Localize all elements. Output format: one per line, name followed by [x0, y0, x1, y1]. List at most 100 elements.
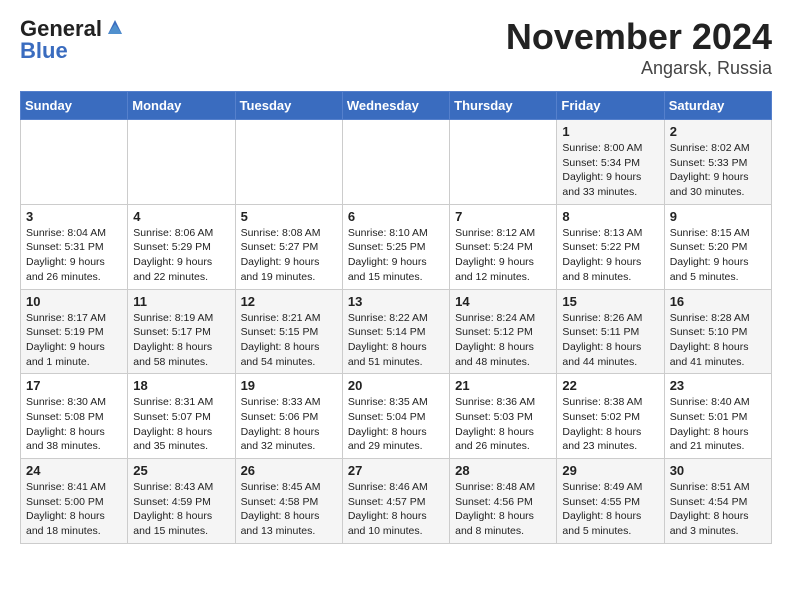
day-number: 3 [26, 209, 122, 224]
page-header: General Blue November 2024 Angarsk, Russ… [20, 16, 772, 79]
calendar-cell: 30 Sunrise: 8:51 AM Sunset: 4:54 PM Dayli… [664, 459, 771, 544]
calendar-week-4: 17Sunrise: 8:30 AM Sunset: 5:08 PM Dayli… [21, 374, 772, 459]
calendar-cell [128, 120, 235, 205]
day-number: 4 [133, 209, 229, 224]
day-info: Sunrise: 8:00 AM Sunset: 5:34 PM Dayligh… [562, 141, 658, 200]
day-info: Sunrise: 8:49 AM Sunset: 4:55 PM Dayligh… [562, 480, 658, 539]
day-info: Sunrise: 8:04 AM Sunset: 5:31 PM Dayligh… [26, 226, 122, 285]
calendar-cell: 4 Sunrise: 8:06 AM Sunset: 5:29 PM Daylig… [128, 204, 235, 289]
day-number: 7 [455, 209, 551, 224]
day-number: 21 [455, 378, 551, 393]
header-thursday: Thursday [450, 92, 557, 120]
calendar-table: Sunday Monday Tuesday Wednesday Thursday… [20, 91, 772, 544]
day-info: Sunrise: 8:41 AM Sunset: 5:00 PM Dayligh… [26, 480, 122, 539]
day-info: Sunrise: 8:02 AM Sunset: 5:33 PM Dayligh… [670, 141, 766, 200]
day-info: Sunrise: 8:21 AM Sunset: 5:15 PM Dayligh… [241, 311, 337, 370]
calendar-cell: 17Sunrise: 8:30 AM Sunset: 5:08 PM Dayli… [21, 374, 128, 459]
day-number: 11 [133, 294, 229, 309]
calendar-cell: 12 Sunrise: 8:21 AM Sunset: 5:15 PM Dayli… [235, 289, 342, 374]
calendar-week-2: 3 Sunrise: 8:04 AM Sunset: 5:31 PM Daylig… [21, 204, 772, 289]
calendar-cell: 19 Sunrise: 8:33 AM Sunset: 5:06 PM Dayli… [235, 374, 342, 459]
day-number: 15 [562, 294, 658, 309]
day-number: 19 [241, 378, 337, 393]
day-info: Sunrise: 8:38 AM Sunset: 5:02 PM Dayligh… [562, 395, 658, 454]
header-tuesday: Tuesday [235, 92, 342, 120]
day-number: 18 [133, 378, 229, 393]
calendar-cell: 16Sunrise: 8:28 AM Sunset: 5:10 PM Dayli… [664, 289, 771, 374]
day-info: Sunrise: 8:19 AM Sunset: 5:17 PM Dayligh… [133, 311, 229, 370]
calendar-cell: 18Sunrise: 8:31 AM Sunset: 5:07 PM Dayli… [128, 374, 235, 459]
calendar-cell: 26Sunrise: 8:45 AM Sunset: 4:58 PM Dayli… [235, 459, 342, 544]
title-block: November 2024 Angarsk, Russia [506, 16, 772, 79]
day-info: Sunrise: 8:26 AM Sunset: 5:11 PM Dayligh… [562, 311, 658, 370]
calendar-cell: 28 Sunrise: 8:48 AM Sunset: 4:56 PM Dayli… [450, 459, 557, 544]
calendar-cell [342, 120, 449, 205]
day-number: 12 [241, 294, 337, 309]
day-number: 29 [562, 463, 658, 478]
calendar-cell [21, 120, 128, 205]
day-number: 2 [670, 124, 766, 139]
day-info: Sunrise: 8:30 AM Sunset: 5:08 PM Dayligh… [26, 395, 122, 454]
calendar-cell: 2 Sunrise: 8:02 AM Sunset: 5:33 PM Daylig… [664, 120, 771, 205]
day-info: Sunrise: 8:22 AM Sunset: 5:14 PM Dayligh… [348, 311, 444, 370]
page-title: November 2024 [506, 16, 772, 58]
calendar-cell: 29 Sunrise: 8:49 AM Sunset: 4:55 PM Dayli… [557, 459, 664, 544]
header-sunday: Sunday [21, 92, 128, 120]
header-friday: Friday [557, 92, 664, 120]
day-number: 13 [348, 294, 444, 309]
day-info: Sunrise: 8:24 AM Sunset: 5:12 PM Dayligh… [455, 311, 551, 370]
day-number: 1 [562, 124, 658, 139]
day-info: Sunrise: 8:13 AM Sunset: 5:22 PM Dayligh… [562, 226, 658, 285]
day-number: 9 [670, 209, 766, 224]
day-info: Sunrise: 8:17 AM Sunset: 5:19 PM Dayligh… [26, 311, 122, 370]
page-subtitle: Angarsk, Russia [506, 58, 772, 79]
day-info: Sunrise: 8:15 AM Sunset: 5:20 PM Dayligh… [670, 226, 766, 285]
day-number: 16 [670, 294, 766, 309]
header-monday: Monday [128, 92, 235, 120]
calendar-week-3: 10 Sunrise: 8:17 AM Sunset: 5:19 PM Dayli… [21, 289, 772, 374]
calendar-cell [450, 120, 557, 205]
calendar-cell: 24 Sunrise: 8:41 AM Sunset: 5:00 PM Dayli… [21, 459, 128, 544]
calendar-week-1: 1 Sunrise: 8:00 AM Sunset: 5:34 PM Daylig… [21, 120, 772, 205]
day-info: Sunrise: 8:48 AM Sunset: 4:56 PM Dayligh… [455, 480, 551, 539]
day-number: 30 [670, 463, 766, 478]
logo: General Blue [20, 16, 126, 64]
calendar-cell: 27Sunrise: 8:46 AM Sunset: 4:57 PM Dayli… [342, 459, 449, 544]
day-number: 27 [348, 463, 444, 478]
calendar-cell [235, 120, 342, 205]
calendar-cell: 6Sunrise: 8:10 AM Sunset: 5:25 PM Daylig… [342, 204, 449, 289]
calendar-header-row: Sunday Monday Tuesday Wednesday Thursday… [21, 92, 772, 120]
day-number: 28 [455, 463, 551, 478]
day-info: Sunrise: 8:45 AM Sunset: 4:58 PM Dayligh… [241, 480, 337, 539]
header-saturday: Saturday [664, 92, 771, 120]
day-info: Sunrise: 8:35 AM Sunset: 5:04 PM Dayligh… [348, 395, 444, 454]
day-info: Sunrise: 8:08 AM Sunset: 5:27 PM Dayligh… [241, 226, 337, 285]
calendar-cell: 13 Sunrise: 8:22 AM Sunset: 5:14 PM Dayli… [342, 289, 449, 374]
calendar-cell: 9 Sunrise: 8:15 AM Sunset: 5:20 PM Daylig… [664, 204, 771, 289]
day-info: Sunrise: 8:06 AM Sunset: 5:29 PM Dayligh… [133, 226, 229, 285]
day-number: 10 [26, 294, 122, 309]
day-number: 23 [670, 378, 766, 393]
day-number: 6 [348, 209, 444, 224]
day-number: 24 [26, 463, 122, 478]
day-number: 22 [562, 378, 658, 393]
day-number: 14 [455, 294, 551, 309]
calendar-cell: 15 Sunrise: 8:26 AM Sunset: 5:11 PM Dayli… [557, 289, 664, 374]
day-info: Sunrise: 8:51 AM Sunset: 4:54 PM Dayligh… [670, 480, 766, 539]
header-wednesday: Wednesday [342, 92, 449, 120]
page-container: General Blue November 2024 Angarsk, Russ… [0, 0, 792, 560]
calendar-cell: 14 Sunrise: 8:24 AM Sunset: 5:12 PM Dayli… [450, 289, 557, 374]
calendar-cell: 3 Sunrise: 8:04 AM Sunset: 5:31 PM Daylig… [21, 204, 128, 289]
calendar-cell: 5 Sunrise: 8:08 AM Sunset: 5:27 PM Daylig… [235, 204, 342, 289]
day-number: 20 [348, 378, 444, 393]
day-info: Sunrise: 8:40 AM Sunset: 5:01 PM Dayligh… [670, 395, 766, 454]
logo-icon [104, 16, 126, 38]
calendar-cell: 10 Sunrise: 8:17 AM Sunset: 5:19 PM Dayli… [21, 289, 128, 374]
day-info: Sunrise: 8:43 AM Sunset: 4:59 PM Dayligh… [133, 480, 229, 539]
day-info: Sunrise: 8:33 AM Sunset: 5:06 PM Dayligh… [241, 395, 337, 454]
calendar-cell: 21 Sunrise: 8:36 AM Sunset: 5:03 PM Dayli… [450, 374, 557, 459]
calendar-cell: 20 Sunrise: 8:35 AM Sunset: 5:04 PM Dayli… [342, 374, 449, 459]
day-number: 5 [241, 209, 337, 224]
calendar-cell: 22 Sunrise: 8:38 AM Sunset: 5:02 PM Dayli… [557, 374, 664, 459]
day-info: Sunrise: 8:36 AM Sunset: 5:03 PM Dayligh… [455, 395, 551, 454]
